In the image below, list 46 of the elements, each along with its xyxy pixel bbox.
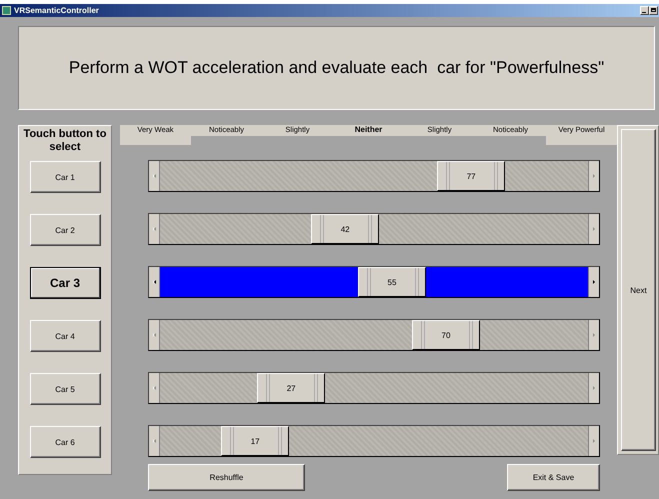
reshuffle-button[interactable]: Reshuffle (148, 464, 305, 491)
right-arrow-icon (593, 280, 595, 284)
scroll-left-button[interactable] (149, 320, 160, 350)
maximize-button[interactable] (649, 6, 658, 15)
slider-thumb[interactable]: 77 (437, 161, 506, 191)
scroll-right-button[interactable] (588, 426, 599, 456)
right-arrow-icon (593, 174, 595, 178)
slider-track[interactable]: 55 (148, 266, 600, 298)
window-title: VRSemanticController (14, 6, 100, 15)
slider-track[interactable]: 70 (148, 319, 600, 351)
scroll-right-button[interactable] (588, 373, 599, 403)
slider-track[interactable]: 42 (148, 213, 600, 245)
car-button[interactable]: Car 4 (30, 320, 100, 352)
scale-label: Neither (333, 125, 404, 136)
car-button[interactable]: Car 3 (30, 267, 100, 299)
slider-thumb[interactable]: 55 (358, 267, 426, 297)
slider-thumb[interactable]: 70 (412, 320, 480, 350)
app-icon (2, 6, 11, 15)
right-arrow-icon (593, 439, 595, 443)
slider-track[interactable]: 77 (148, 160, 600, 192)
scroll-right-button[interactable] (588, 161, 599, 191)
scroll-right-button[interactable] (588, 320, 599, 350)
scroll-right-button[interactable] (588, 214, 599, 244)
right-arrow-icon (593, 227, 595, 231)
car-button[interactable]: Car 2 (30, 214, 100, 246)
next-button[interactable]: Next (621, 129, 656, 451)
scroll-right-button[interactable] (588, 267, 599, 297)
exit-save-button[interactable]: Exit & Save (507, 464, 600, 491)
car-button[interactable]: Car 1 (30, 161, 100, 193)
right-arrow-icon (593, 333, 595, 337)
instruction-text: Perform a WOT acceleration and evaluate each car for "Powerfulness" (68, 58, 604, 78)
slider-thumb[interactable]: 27 (257, 373, 326, 403)
right-arrow-icon (593, 386, 595, 390)
slider-thumb[interactable]: 42 (311, 214, 380, 244)
slider-track[interactable]: 27 (148, 372, 600, 404)
minimize-button[interactable] (640, 6, 649, 15)
scroll-left-button[interactable] (149, 373, 160, 403)
car-button[interactable]: Car 5 (30, 373, 100, 405)
panel-heading: Touch button to select (22, 128, 108, 154)
scroll-left-button[interactable] (149, 161, 160, 191)
scroll-left-button[interactable] (149, 267, 160, 297)
car-button[interactable]: Car 6 (30, 426, 100, 458)
scroll-left-button[interactable] (149, 214, 160, 244)
slider-thumb[interactable]: 17 (221, 426, 290, 456)
scroll-left-button[interactable] (149, 426, 160, 456)
slider-track[interactable]: 17 (148, 425, 600, 457)
